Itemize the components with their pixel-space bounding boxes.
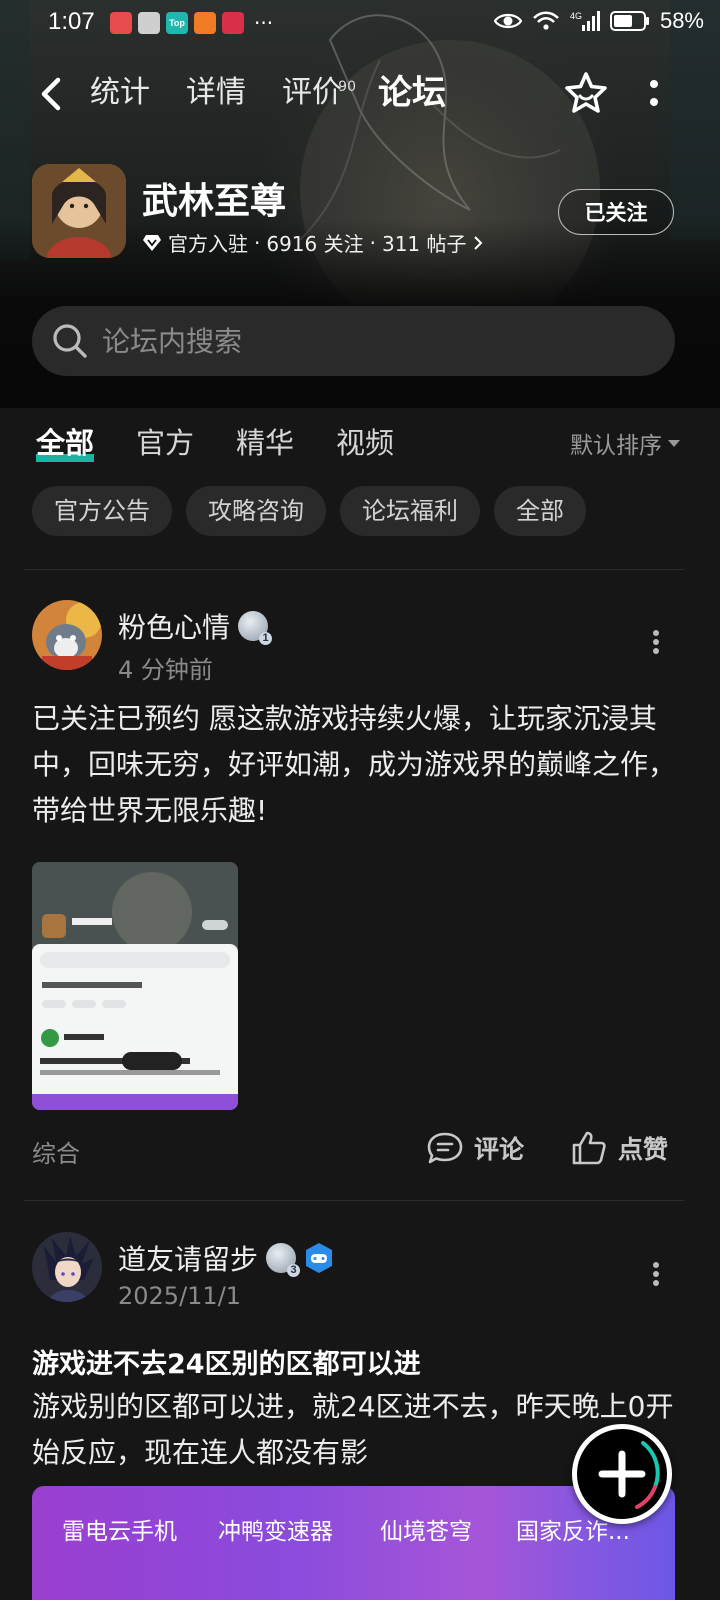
avatar-image <box>32 600 102 670</box>
like-button[interactable]: 点赞 <box>570 1130 668 1166</box>
notification-app-icon <box>110 12 132 34</box>
more-notifications-icon: ··· <box>254 11 274 35</box>
search-icon <box>53 324 87 358</box>
post-footer: 综合 评论 点赞 <box>32 1130 682 1170</box>
category-chips: 官方公告 攻略咨询 论坛福利 全部 <box>32 486 586 536</box>
star-icon[interactable] <box>563 70 609 116</box>
search-input[interactable] <box>102 306 642 376</box>
screenshot-thumbnail <box>32 862 238 1110</box>
status-bar: 1:07 Top ··· 4G 58% <box>0 0 720 46</box>
chevron-right-icon <box>473 235 482 250</box>
game-meta[interactable]: 官方入驻 · 6916 关注 · 311 帖子 <box>142 228 483 257</box>
post-card[interactable]: 粉色心情 1 4 分钟前 已关注已预约 愿这款游戏持续火爆，让玩家沉浸其中，回味… <box>0 578 720 1198</box>
chip-announcements[interactable]: 官方公告 <box>32 486 172 536</box>
posts-count: 311 帖子 <box>381 232 467 256</box>
wifi-icon <box>533 11 559 30</box>
chip-welfare[interactable]: 论坛福利 <box>340 486 480 536</box>
tab-official[interactable]: 官方 <box>136 422 194 466</box>
thumbs-up-icon <box>572 1131 606 1165</box>
banner-item: 冲鸭变速器 <box>218 1519 333 1545</box>
tab-details[interactable]: 详情 <box>186 70 246 120</box>
game-icon[interactable] <box>32 164 126 258</box>
tab-forum[interactable]: 论坛 <box>376 70 448 120</box>
avatar-image <box>32 1232 102 1302</box>
comment-button[interactable]: 评论 <box>426 1130 524 1166</box>
plus-icon <box>598 1441 660 1509</box>
banner-item: 雷电云手机 <box>62 1519 177 1545</box>
tab-video[interactable]: 视频 <box>336 422 394 466</box>
follow-button[interactable]: 已关注 <box>558 189 674 235</box>
post-time: 2025/11/1 <box>118 1282 242 1310</box>
post-body: 已关注已预约 愿这款游戏持续火爆，让玩家沉浸其中，回味无穷，好评如潮，成为游戏界… <box>32 702 677 827</box>
back-arrow-icon[interactable] <box>36 74 72 114</box>
forum-content: 全部 官方 精华 视频 默认排序 官方公告 攻略咨询 论坛福利 全部 粉色心情 … <box>0 408 720 1600</box>
followers-count: 6916 关注 <box>266 232 364 256</box>
username[interactable]: 道友请留步 3 <box>118 1238 334 1278</box>
more-vertical-icon[interactable] <box>648 74 660 114</box>
chip-guides[interactable]: 攻略咨询 <box>186 486 326 536</box>
divider <box>24 569 684 570</box>
avatar[interactable] <box>32 600 102 670</box>
forum-search-bar[interactable] <box>32 306 675 376</box>
tab-all[interactable]: 全部 <box>36 422 95 466</box>
username[interactable]: 粉色心情 1 <box>118 606 273 646</box>
new-post-button[interactable] <box>572 1424 672 1524</box>
tab-featured[interactable]: 精华 <box>236 422 294 466</box>
level-badge-icon: 3 <box>266 1243 301 1277</box>
wechat-icon <box>138 12 160 34</box>
game-character-image <box>32 164 126 258</box>
post-title: 游戏进不去24区别的区都可以进 <box>32 1349 421 1380</box>
divider <box>24 1200 684 1201</box>
status-right: 4G 58% <box>493 8 704 34</box>
nav-tabs: 统计 详情 评价 90 论坛 <box>90 70 448 120</box>
battery-icon <box>609 11 649 31</box>
verified-diamond-icon <box>143 234 161 251</box>
tab-reviews[interactable]: 评价 90 <box>282 70 356 120</box>
taptap-icon: Top <box>166 12 188 34</box>
avatar[interactable] <box>32 1232 102 1302</box>
official-label: 官方入驻 <box>168 232 248 256</box>
post-more-icon[interactable] <box>652 1260 660 1288</box>
game-title: 武林至尊 <box>142 181 287 222</box>
review-count-badge: 90 <box>338 79 356 95</box>
sort-dropdown[interactable]: 默认排序 <box>570 426 680 460</box>
status-app-icons: Top ··· <box>110 12 273 34</box>
cellular-signal-icon: 4G <box>570 11 600 31</box>
comment-icon <box>427 1132 463 1164</box>
banner-item: 仙境苍穹 <box>380 1519 472 1545</box>
battery-percent: 58% <box>659 8 704 33</box>
app-icon <box>194 12 216 34</box>
gamepad-badge-icon <box>306 1243 333 1273</box>
chip-all[interactable]: 全部 <box>494 486 586 536</box>
post-more-icon[interactable] <box>652 628 660 656</box>
top-nav: 统计 详情 评价 90 论坛 <box>0 60 720 132</box>
post-category[interactable]: 综合 <box>32 1134 80 1169</box>
app-icon <box>222 12 244 34</box>
status-time: 1:07 <box>48 8 95 35</box>
post-time: 4 分钟前 <box>118 656 213 684</box>
eye-icon <box>493 13 522 29</box>
caret-down-icon <box>668 439 680 447</box>
tab-stats[interactable]: 统计 <box>90 70 150 120</box>
svg-text:4G: 4G <box>570 11 582 21</box>
level-badge-icon: 1 <box>238 611 273 645</box>
header-banner: 1:07 Top ··· 4G 58% 统计 详情 评价 90 论坛 武林至尊 … <box>0 0 720 408</box>
post-image[interactable] <box>32 862 238 1110</box>
forum-filter-tabs: 全部 官方 精华 视频 <box>36 422 394 466</box>
